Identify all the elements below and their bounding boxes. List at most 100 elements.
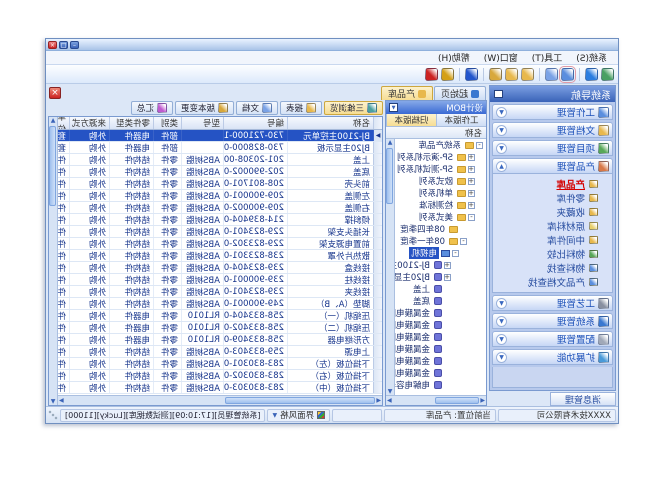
sidebar-item-5[interactable]: 中间件库 (493, 233, 598, 247)
tree-node[interactable]: 上盖 (395, 283, 486, 295)
globe-icon[interactable] (585, 68, 598, 81)
table-row[interactable]: 底盖202-990002-011ABS树脂零件结构件外购件 (58, 166, 382, 178)
row-selector[interactable] (373, 202, 382, 213)
row-selector[interactable] (373, 274, 382, 285)
sidebar-item-2[interactable]: 零件库 (493, 191, 598, 205)
column-header-编号[interactable]: 编号 (223, 117, 287, 129)
sidebar-section-4[interactable]: 产品管理▲ (492, 158, 613, 174)
column-header-型号[interactable]: 型号 (181, 117, 223, 129)
sidebar-section-6[interactable]: 系统管理▼ (492, 313, 613, 329)
expand-plus-icon[interactable]: + (468, 178, 475, 185)
row-selector[interactable] (373, 166, 382, 177)
row-selector[interactable] (373, 310, 382, 321)
collapse-minus-icon[interactable]: - (460, 238, 467, 245)
tab-close-button[interactable]: × (49, 87, 61, 99)
tree-node[interactable]: +SP-测试机系列 (395, 163, 486, 175)
column-header-类别[interactable]: 类别 (153, 117, 181, 129)
table-row[interactable]: 右侧盖209-900002-011ABS树脂零件结构件外购件 (58, 202, 382, 214)
tree-node[interactable]: +欧式系列 (395, 175, 486, 187)
chevron-down-icon[interactable]: ▼ (496, 334, 507, 345)
scroll-down-icon[interactable]: ▼ (51, 398, 56, 405)
汇总-button[interactable]: 汇总 (131, 101, 173, 115)
table-row[interactable]: 下挡位板（左）283-830301-001ABS树脂零件结构件外购件 (58, 358, 382, 370)
filter-icon[interactable]: ▼ (389, 103, 398, 112)
tree-node[interactable]: +检测标准 (395, 199, 486, 211)
bom-horizontal-scrollbar[interactable]: ◀ ▶ (386, 395, 486, 405)
scroll-up-icon[interactable]: ▲ (388, 139, 393, 146)
sidebar-item-8[interactable]: 产品文档查找 (493, 275, 598, 289)
ui-style-picker[interactable]: 界面风格 ▼ (267, 409, 330, 422)
grid-scroll-thumb[interactable] (50, 126, 57, 206)
scroll-down-icon[interactable]: ▼ (388, 388, 393, 395)
tree-node[interactable]: 金属膜电阻器 (395, 307, 486, 319)
bom-scroll-thumb[interactable] (387, 148, 394, 204)
tree-node[interactable]: +BJ-2100主控单元 (395, 259, 486, 271)
resize-grip[interactable] (48, 410, 58, 420)
report-chart-icon[interactable] (601, 68, 614, 81)
bom-tab-工作版本[interactable]: 工作版本 (436, 114, 486, 126)
table-row[interactable]: 长插头支架229-823401-001ABS树脂零件结构件外购件 (58, 226, 382, 238)
menu-item-2[interactable]: 工具(T) (525, 51, 570, 64)
expand-plus-icon[interactable]: + (468, 154, 475, 161)
expand-plus-icon[interactable]: + (468, 202, 475, 209)
row-selector[interactable] (373, 322, 382, 333)
help-ball-icon[interactable] (465, 68, 478, 81)
sidebar-item-4[interactable]: 原材料库 (493, 219, 598, 233)
grid-vertical-scrollbar[interactable]: ▲ ▼ (49, 117, 58, 405)
table-row[interactable]: 接线柱239-900001-011ABS树脂零件结构件外购件 (58, 274, 382, 286)
chevron-down-icon[interactable]: ▼ (496, 125, 507, 136)
table-row[interactable]: 下挡位板（右）283-830302-001ABS树脂零件结构件外购件 (58, 370, 382, 382)
scroll-left-icon[interactable]: ◀ (376, 397, 381, 404)
chevron-down-icon[interactable]: ▼ (496, 107, 507, 118)
folder-open-icon[interactable] (489, 68, 502, 81)
tree-node[interactable]: 金属膜电阻器 (395, 355, 486, 367)
row-selector[interactable] (373, 238, 382, 249)
sidebar-item-1[interactable]: 产品库 (493, 177, 598, 191)
tree-node[interactable]: 金属膜电阻器 (395, 343, 486, 355)
sidebar-section-2[interactable]: 文档管理▼ (492, 122, 613, 138)
tree-node[interactable]: -电视机 (395, 247, 486, 259)
tree-node[interactable]: +BJ20主显示板 (395, 271, 486, 283)
sidebar-section-5[interactable]: 工艺管理▼ (492, 295, 613, 311)
scroll-right-icon[interactable]: ▶ (387, 397, 392, 404)
版本变更-button[interactable]: 版本变更 (175, 101, 234, 115)
table-row[interactable]: 左侧盖209-900001-011ABS树脂零件结构件外购件 (58, 190, 382, 202)
tree-node[interactable]: +单机系列 (395, 187, 486, 199)
tree-node[interactable]: -08年一季度 (395, 235, 486, 247)
scroll-up-icon[interactable]: ▲ (51, 117, 56, 124)
文档-button[interactable]: 文档 (236, 101, 278, 115)
expand-plus-icon[interactable]: + (444, 274, 451, 281)
expand-plus-icon[interactable]: + (444, 262, 451, 269)
column-header-单位[interactable]: 单位 (58, 117, 69, 129)
tab-起始页[interactable]: 起始页 (434, 86, 486, 100)
table-row[interactable]: 脚垫（A、B）249-900001-011ABS树脂零件结构件外购件 (58, 298, 382, 310)
tree-node[interactable]: -系统产品库 (395, 139, 486, 151)
row-selector[interactable] (373, 142, 382, 153)
menu-item-1[interactable]: 系统(S) (569, 51, 614, 64)
三维浏览-button[interactable]: 三维浏览 (324, 101, 383, 115)
tree-node[interactable]: 08年四季度 (395, 223, 486, 235)
table-row[interactable]: 前头壳208-801701-011ABS树脂零件结构件外购件 (58, 178, 382, 190)
row-selector[interactable] (373, 298, 382, 309)
grid-hscroll-thumb[interactable] (225, 397, 375, 404)
sidebar-item-6[interactable]: 物料比较 (493, 247, 598, 261)
close-button[interactable]: × (48, 41, 57, 49)
message-manager-tab[interactable]: 消息管理 (550, 392, 616, 406)
sidebar-section-1[interactable]: 工作管理▼ (492, 104, 613, 120)
table-row[interactable]: 方形继电器258-833409-001RL1010零件电器件外购件 (58, 334, 382, 346)
window-panel-icon[interactable] (561, 68, 574, 81)
row-selector[interactable] (373, 226, 382, 237)
row-selector[interactable] (373, 358, 382, 369)
column-header-来源方式[interactable]: 来源方式 (69, 117, 109, 129)
minimize-button[interactable]: – (70, 41, 79, 49)
tree-node[interactable]: +SP-演示机系列 (395, 151, 486, 163)
tab-产品库[interactable]: 产品库 (381, 86, 433, 100)
table-row[interactable]: 倾斜撑214-839404-011ABS树脂零件结构件外购件 (58, 214, 382, 226)
collapse-minus-icon[interactable]: - (468, 214, 475, 221)
chevron-down-icon[interactable]: ▼ (496, 352, 507, 363)
row-selector[interactable] (373, 214, 382, 225)
grid-horizontal-scrollbar[interactable]: ◀ ▶ (58, 395, 382, 405)
tree-node[interactable]: -美式系列 (395, 211, 486, 223)
tree-node[interactable]: 金属膜电阻器 (395, 367, 486, 379)
tree-node[interactable]: 金属膜电阻器 (395, 331, 486, 343)
